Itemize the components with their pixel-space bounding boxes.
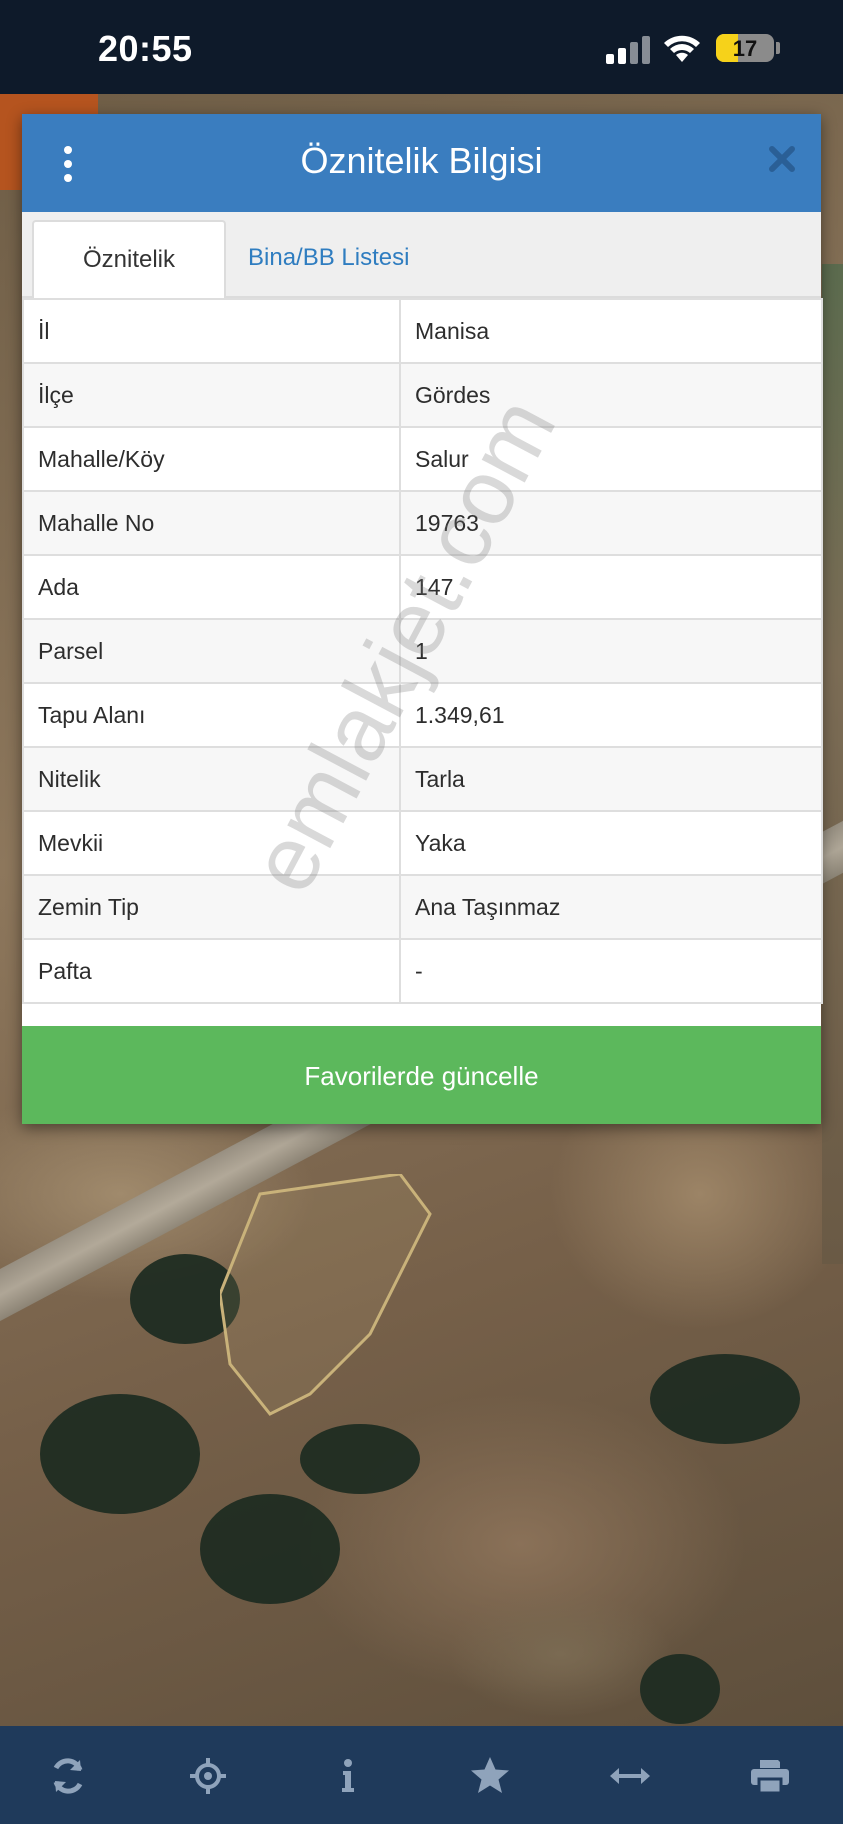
wifi-icon: [664, 35, 700, 62]
map-tree: [640, 1654, 720, 1724]
map-tree: [300, 1424, 420, 1494]
attribute-key: Mahalle No: [22, 490, 401, 556]
refresh-icon[interactable]: [44, 1752, 92, 1800]
tab-attribute-info[interactable]: Öznitelik Bilgisi: [32, 220, 226, 349]
attribute-key: İl: [22, 298, 401, 364]
measure-icon[interactable]: [606, 1752, 654, 1800]
table-row: Mevkii Yaka: [22, 810, 823, 876]
attribute-value: Ana Taşınmaz: [399, 874, 823, 940]
status-bar: 20:55 17: [0, 0, 843, 94]
info-icon[interactable]: [324, 1752, 372, 1800]
attribute-key: Mevkii: [22, 810, 401, 876]
table-row: Nitelik Tarla: [22, 746, 823, 812]
attribute-value: 1.349,61: [399, 682, 823, 748]
parcel-outline[interactable]: [220, 1174, 470, 1434]
attribute-value: Yaka: [399, 810, 823, 876]
dialog-header: Öznitelik Bilgisi: [22, 114, 821, 212]
tab-bar: Öznitelik Bilgisi Bina/BB Listesi: [22, 212, 821, 349]
close-icon[interactable]: [767, 144, 797, 174]
battery-icon: 17: [716, 34, 774, 62]
table-row: Ada 147: [22, 554, 823, 620]
attribute-dialog: Öznitelik Bilgisi Öznitelik Bilgisi Bina…: [22, 114, 823, 1124]
attribute-value: Gördes: [399, 362, 823, 428]
cellular-signal-icon: [606, 36, 652, 64]
dialog-title: Öznitelik Bilgisi: [300, 140, 543, 181]
locate-icon[interactable]: [184, 1752, 232, 1800]
star-icon[interactable]: [466, 1752, 514, 1800]
battery-cap: [776, 42, 780, 54]
attribute-value: 1: [399, 618, 823, 684]
table-row: Zemin Tip Ana Taşınmaz: [22, 874, 823, 940]
attribute-key: Parsel: [22, 618, 401, 684]
map-tree: [650, 1354, 800, 1444]
attribute-table: İl Manisa İlçe Gördes Mahalle/Köy Salur …: [22, 298, 823, 1004]
attribute-value: -: [399, 938, 823, 1004]
attribute-value: 147: [399, 554, 823, 620]
map-tree: [40, 1394, 200, 1514]
map-tree: [200, 1494, 340, 1604]
attribute-key: Tapu Alanı: [22, 682, 401, 748]
update-favorites-button[interactable]: Favorilerde güncelle: [22, 1026, 821, 1124]
table-row: İlçe Gördes: [22, 362, 823, 428]
attribute-key: Pafta: [22, 938, 401, 1004]
table-row: Parsel 1: [22, 618, 823, 684]
attribute-key: Ada: [22, 554, 401, 620]
attribute-value: Salur: [399, 426, 823, 492]
bottom-toolbar: [0, 1726, 843, 1824]
table-row: Pafta -: [22, 938, 823, 1004]
attribute-value: Manisa: [399, 298, 823, 364]
status-time: 20:55: [98, 28, 193, 69]
tab-building-list[interactable]: Bina/BB Listesi: [232, 220, 425, 296]
table-row: İl Manisa: [22, 298, 823, 364]
map-edge: [822, 264, 843, 1264]
table-row: Tapu Alanı 1.349,61: [22, 682, 823, 748]
attribute-key: Mahalle/Köy: [22, 426, 401, 492]
table-row: Mahalle/Köy Salur: [22, 426, 823, 492]
attribute-key: Nitelik: [22, 746, 401, 812]
table-row: Mahalle No 19763: [22, 490, 823, 556]
print-icon[interactable]: [746, 1752, 794, 1800]
attribute-key: Zemin Tip: [22, 874, 401, 940]
battery-level: 17: [732, 36, 758, 61]
attribute-key: İlçe: [22, 362, 401, 428]
attribute-value: Tarla: [399, 746, 823, 812]
attribute-value: 19763: [399, 490, 823, 556]
